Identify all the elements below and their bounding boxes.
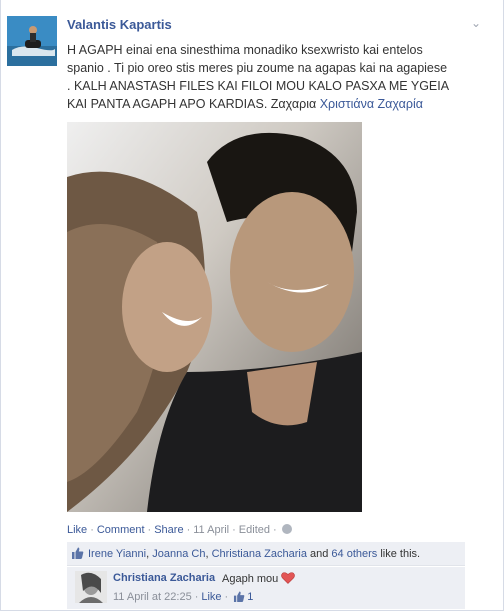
separator: ·	[90, 524, 94, 536]
author-name-link[interactable]: Valantis Kapartis	[67, 17, 172, 32]
author-avatar[interactable]	[7, 16, 57, 66]
separator: ·	[273, 524, 277, 536]
comment-text: Agaph mou	[222, 572, 296, 585]
likes-summary: Irene Yianni, Joanna Ch, Christiana Zach…	[67, 542, 465, 566]
thumbs-up-icon	[72, 547, 84, 559]
commenter-avatar[interactable]	[75, 571, 107, 603]
separator: ·	[194, 591, 199, 603]
post-text: H AGAPH einai ena sinesthima monadiko ks…	[67, 41, 487, 113]
post-text-line: . KALH ANASTASH FILES KAI FILOI MOU KALO…	[67, 79, 450, 93]
separator: ·	[147, 524, 152, 536]
globe-icon[interactable]	[281, 524, 292, 534]
post-text-line: KAI PANTA AGAPH APO KARDIAS. Ζαχαρια Χρι…	[67, 95, 487, 113]
post-text-last: KAI PANTA AGAPH APO KARDIAS. Ζαχαρια	[67, 97, 320, 111]
likes-suffix: like this.	[377, 548, 421, 560]
separator: ·	[232, 524, 236, 536]
comment-link[interactable]: Comment	[97, 524, 145, 536]
thumbs-up-icon	[234, 591, 245, 602]
mention-link[interactable]: Χριστιάνα Ζαχαρία	[320, 97, 423, 111]
separator: ·	[224, 591, 229, 603]
comment-time[interactable]: 11 April at 22:25	[113, 591, 192, 603]
feed-story: Valantis Kapartis ⌄ H AGAPH einai ena si…	[0, 0, 504, 611]
share-link[interactable]: Share	[154, 524, 183, 536]
edited-label[interactable]: Edited	[239, 524, 270, 536]
chevron-down-icon[interactable]: ⌄	[469, 16, 483, 30]
comment-like-count[interactable]: 1	[247, 591, 253, 603]
comment-like-link[interactable]: Like	[201, 591, 221, 603]
comment: Christiana Zacharia Agaph mou 11 April a…	[67, 567, 465, 609]
post-text-line: spanio . Ti pio oreo stis meres piu zoum…	[67, 61, 448, 75]
story-actions: Like · Comment · Share · 11 April · Edited ·	[67, 524, 292, 536]
like-link[interactable]: Like	[67, 524, 87, 536]
likes-others-link[interactable]: 64 others	[331, 548, 377, 560]
comment-meta: 11 April at 22:25 · Like · 1	[113, 591, 253, 603]
commenter-name[interactable]: Christiana Zacharia	[113, 572, 215, 584]
liker-name[interactable]: Joanna Ch	[152, 548, 205, 560]
post-text-line: H AGAPH einai ena sinesthima monadiko ks…	[67, 43, 423, 57]
heart-icon	[281, 572, 296, 584]
liker-name[interactable]: Christiana Zacharia	[212, 548, 307, 560]
post-photo[interactable]	[67, 122, 362, 512]
comment-body: Agaph mou	[222, 573, 279, 585]
likes-and: and	[306, 548, 332, 560]
separator: ·	[186, 524, 191, 536]
liker-name[interactable]: Irene Yianni	[88, 548, 146, 560]
post-date[interactable]: 11 April	[193, 524, 229, 536]
